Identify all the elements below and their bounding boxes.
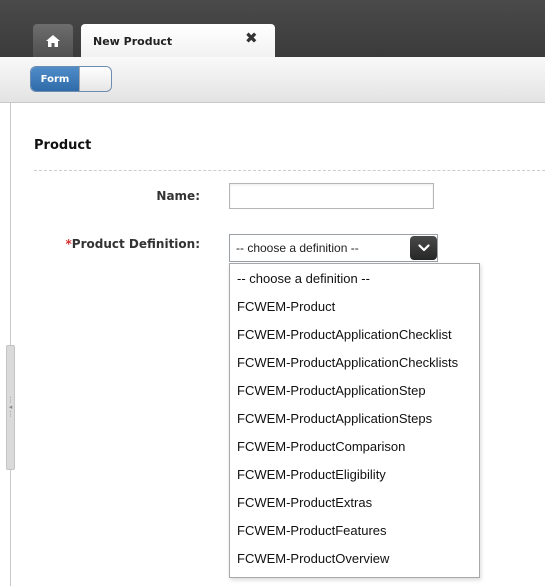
dropdown-option[interactable]: FCWEM-ProductComparison [237, 439, 405, 454]
definition-label-wrap: *Product Definition: [66, 237, 200, 251]
grip-dots-icon: ⋮ [7, 410, 14, 418]
definition-selected-value: -- choose a definition -- [236, 241, 359, 255]
definition-label: Product Definition: [71, 237, 200, 251]
name-input[interactable] [229, 183, 434, 209]
dropdown-option[interactable]: FCWEM-ProductExtras [237, 495, 372, 510]
splitter-handle[interactable]: ⋮ ◂ ⋮ [6, 345, 15, 470]
tab-label: New Product [93, 35, 173, 48]
dropdown-option[interactable]: FCWEM-ProductApplicationSteps [237, 411, 432, 426]
form-toggle[interactable]: Form [30, 66, 112, 92]
toggle-knob[interactable] [79, 67, 111, 91]
dropdown-option[interactable]: FCWEM-ProductEligibility [237, 467, 386, 482]
definition-dropdown-list: -- choose a definition -- FCWEM-Product … [229, 263, 480, 578]
definition-select[interactable]: -- choose a definition -- [229, 234, 438, 262]
section-title: Product [34, 138, 92, 153]
dropdown-option[interactable]: FCWEM-ProductApplicationChecklist [237, 327, 452, 342]
name-label: Name: [156, 189, 200, 203]
dropdown-option[interactable]: FCWEM-ProductApplicationStep [237, 383, 426, 398]
dropdown-option[interactable]: FCWEM-ProductOverview [237, 551, 389, 566]
dropdown-option[interactable]: FCWEM-ProductApplicationChecklists [237, 355, 458, 370]
chevron-down-icon [417, 244, 430, 252]
dropdown-option[interactable]: -- choose a definition -- [237, 271, 370, 286]
section-divider [34, 170, 545, 171]
form-toggle-label: Form [31, 67, 79, 91]
tab-bar: New Product ✖ [0, 0, 545, 57]
home-tab[interactable] [33, 24, 73, 57]
tab-new-product[interactable]: New Product ✖ [81, 24, 275, 57]
close-icon[interactable]: ✖ [245, 31, 258, 46]
home-icon [46, 34, 60, 47]
toolbar: Form [0, 57, 545, 103]
dropdown-button[interactable] [410, 236, 437, 260]
dropdown-option[interactable]: FCWEM-Product [237, 299, 335, 314]
panel-border [10, 102, 11, 586]
dropdown-option[interactable]: FCWEM-ProductFeatures [237, 523, 387, 538]
